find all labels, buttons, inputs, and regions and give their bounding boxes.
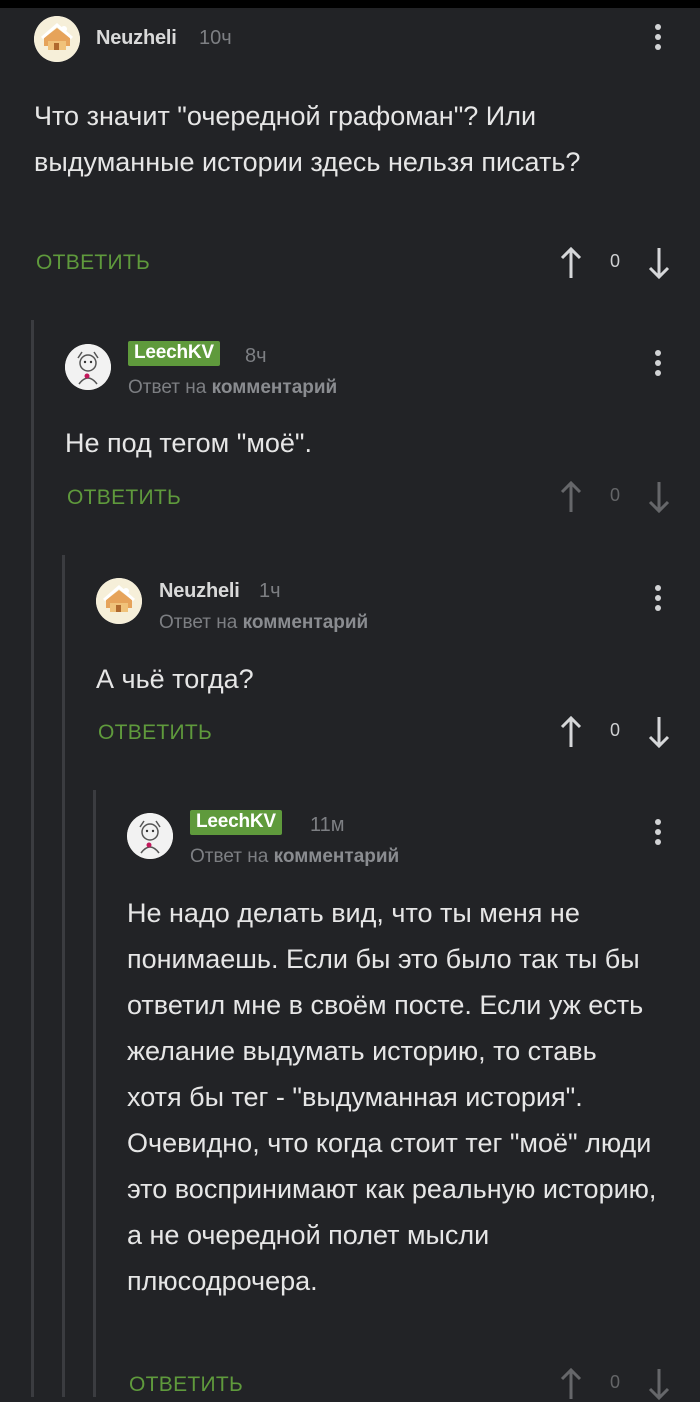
more-options-icon[interactable] xyxy=(654,585,662,615)
reply-to-target[interactable]: комментарий xyxy=(274,846,400,867)
reply-to-prefix: Ответ на xyxy=(128,377,207,398)
more-options-icon[interactable] xyxy=(654,819,662,849)
vote-controls: 0 xyxy=(556,245,676,281)
vote-score: 0 xyxy=(609,1372,620,1392)
comment-text: Не надо делать вид, что ты меня не поним… xyxy=(127,898,657,1296)
vote-score: 0 xyxy=(609,251,620,271)
comment-time: 11м xyxy=(310,814,345,836)
reply-button[interactable]: ОТВЕТИТЬ xyxy=(129,1373,243,1397)
comment-time: 1ч xyxy=(259,580,281,602)
reply-button[interactable]: ОТВЕТИТЬ xyxy=(98,721,212,745)
upvote-arrow-icon[interactable] xyxy=(556,245,586,281)
cake-house-avatar-icon[interactable] xyxy=(96,578,142,624)
downvote-arrow-icon[interactable] xyxy=(644,245,674,281)
reply-to-prefix: Ответ на xyxy=(190,846,269,867)
reply-to-target[interactable]: комментарий xyxy=(212,377,338,398)
comment-time: 10ч xyxy=(199,27,232,49)
comment-author[interactable]: LeechKV xyxy=(190,810,282,835)
vote-score: 0 xyxy=(609,720,620,740)
reply-to-target[interactable]: комментарий xyxy=(243,612,369,633)
vote-controls: 0 xyxy=(556,714,676,750)
downvote-arrow-icon[interactable] xyxy=(644,479,674,515)
sketch-character-avatar-icon[interactable] xyxy=(127,813,173,859)
comment-author[interactable]: LeechKV xyxy=(128,341,220,366)
comment-text: Не под тегом "моё". xyxy=(65,428,312,458)
reply-to-link[interactable]: Ответ на комментарий xyxy=(159,612,368,634)
comment-text: Что значит "очередной графоман"? Или выд… xyxy=(34,101,581,177)
upvote-arrow-icon[interactable] xyxy=(556,479,586,515)
cake-house-avatar-icon[interactable] xyxy=(34,16,80,62)
comment-time: 8ч xyxy=(245,345,267,367)
reply-to-link[interactable]: Ответ на комментарий xyxy=(128,377,337,399)
comment-author[interactable]: Neuzheli xyxy=(96,27,177,50)
more-options-icon[interactable] xyxy=(654,350,662,380)
reply-button[interactable]: ОТВЕТИТЬ xyxy=(67,486,181,510)
downvote-arrow-icon[interactable] xyxy=(644,714,674,750)
comment-author[interactable]: Neuzheli xyxy=(159,580,240,603)
more-options-icon[interactable] xyxy=(654,24,662,54)
sketch-character-avatar-icon[interactable] xyxy=(65,344,111,390)
reply-to-prefix: Ответ на xyxy=(159,612,238,633)
vote-score: 0 xyxy=(609,485,620,505)
upvote-arrow-icon[interactable] xyxy=(556,714,586,750)
vote-controls: 0 xyxy=(556,479,676,515)
status-bar-edge xyxy=(0,0,700,8)
reply-button[interactable]: ОТВЕТИТЬ xyxy=(36,251,150,275)
thread-line-level-2 xyxy=(62,555,65,1397)
reply-to-link[interactable]: Ответ на комментарий xyxy=(190,846,399,868)
comment-text: А чьё тогда? xyxy=(96,664,254,694)
thread-line-level-3 xyxy=(93,790,96,1397)
thread-line-level-1 xyxy=(31,320,34,1397)
